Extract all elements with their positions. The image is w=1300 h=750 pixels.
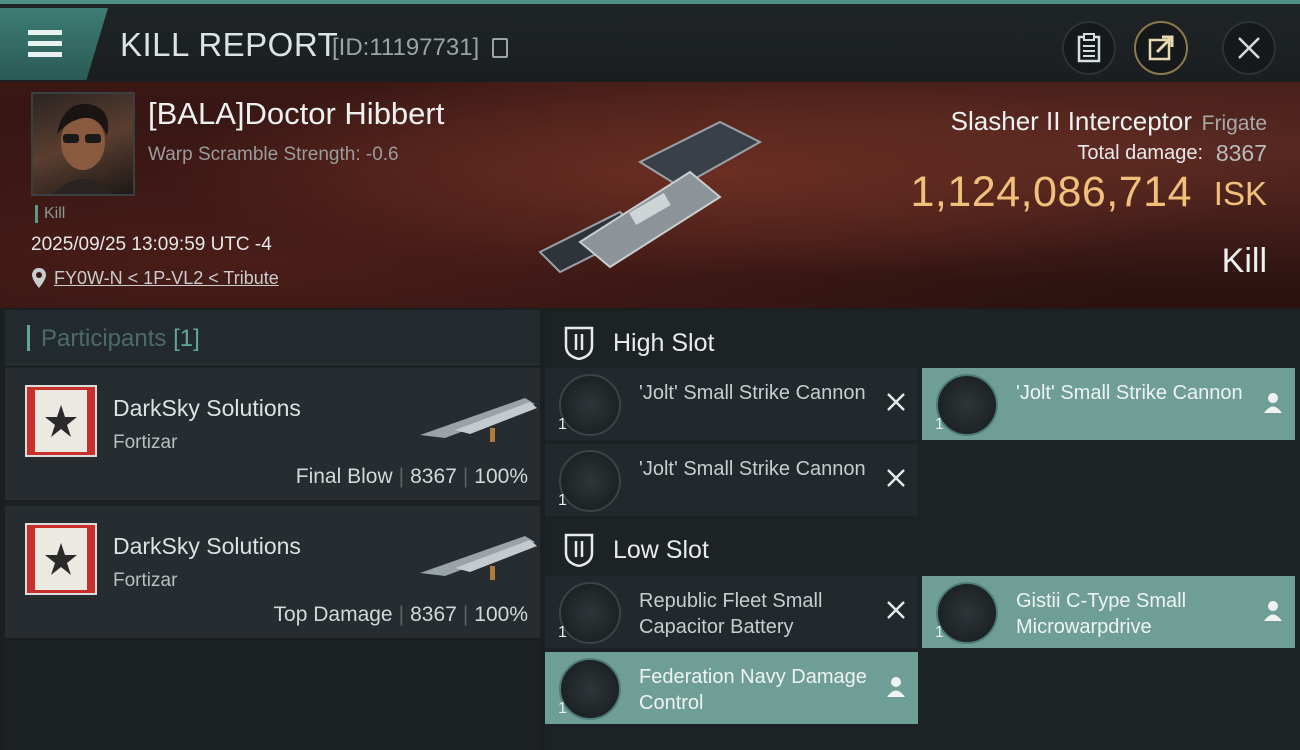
copy-icon[interactable]: [492, 38, 508, 58]
damage-control-icon: [559, 658, 621, 720]
ship-name[interactable]: Slasher II Interceptor: [951, 106, 1192, 137]
participant-damage: 8367: [410, 465, 457, 488]
fitting-panel: High Slot 1 'Jolt' Small Strike Cannon 1…: [545, 310, 1300, 750]
share-icon: [1148, 35, 1174, 61]
isk-value: 1,124,086,714: [910, 168, 1192, 216]
report-id: [ID:11197731]: [332, 34, 480, 61]
module-qty: 1: [558, 416, 567, 433]
kill-result: Kill: [1221, 242, 1267, 280]
hamburger-icon: [28, 30, 62, 63]
x-icon: [887, 601, 905, 619]
module-item[interactable]: 1 Federation Navy Damage Control: [545, 652, 918, 724]
module-name: Gistii C-Type Small Microwarpdrive: [1016, 590, 1187, 638]
x-icon: [887, 469, 905, 487]
high-slot-header: High Slot: [545, 314, 1300, 370]
participants-panel: Participants [1] DarkSky Solutions Forti…: [5, 310, 540, 750]
total-damage-label: Total damage:: [1077, 142, 1203, 164]
corp-emblem-icon: [25, 385, 97, 457]
participant-card[interactable]: DarkSky Solutions Fortizar Final Blow | 83…: [5, 368, 540, 502]
module-name: 'Jolt' Small Strike Cannon: [1016, 382, 1243, 404]
participant-card[interactable]: DarkSky Solutions Fortizar Top Damage | 83…: [5, 506, 540, 640]
cannon-icon: [559, 374, 621, 436]
corp-emblem-icon: [25, 523, 97, 595]
clipboard-button[interactable]: [1062, 21, 1116, 75]
low-slot-label: Low Slot: [613, 536, 709, 564]
participants-tab[interactable]: Participants [1]: [5, 310, 540, 365]
module-item[interactable]: 1 Republic Fleet Small Capacitor Battery: [545, 576, 918, 648]
cannon-icon: [936, 374, 998, 436]
top-bar: KILL REPORT [ID:11197731]: [0, 0, 1300, 82]
close-icon: [1238, 37, 1260, 59]
module-qty: 1: [558, 624, 567, 641]
module-qty: 1: [935, 624, 944, 641]
person-icon: [887, 677, 905, 697]
victim-subtitle: Warp Scramble Strength: -0.6: [148, 144, 399, 165]
share-button[interactable]: [1134, 21, 1188, 75]
tab-indicator: [27, 325, 30, 351]
module-name: Republic Fleet Small Capacitor Battery: [639, 590, 823, 638]
menu-button[interactable]: [0, 8, 108, 80]
clipboard-icon: [1077, 33, 1101, 63]
module-name: 'Jolt' Small Strike Cannon: [639, 382, 866, 404]
module-item[interactable]: 1 'Jolt' Small Strike Cannon: [922, 368, 1295, 440]
high-slot-label: High Slot: [613, 329, 715, 357]
module-qty: 1: [935, 416, 944, 433]
person-icon: [1264, 393, 1282, 413]
participant-role: Top Damage: [273, 603, 393, 626]
module-qty: 1: [558, 492, 567, 509]
participant-percent: 100%: [474, 603, 528, 626]
participant-stats: Top Damage | 8367 | 100%: [273, 603, 528, 626]
kill-tag: Kill: [35, 205, 65, 223]
module-item[interactable]: 1 Gistii C-Type Small Microwarpdrive: [922, 576, 1295, 648]
participants-title: Participants [1]: [41, 325, 200, 353]
x-icon: [887, 393, 905, 411]
participant-ship: Fortizar: [113, 432, 178, 453]
module-name: 'Jolt' Small Strike Cannon: [639, 458, 866, 480]
battery-icon: [559, 582, 621, 644]
ship-image: [538, 120, 763, 274]
participant-damage: 8367: [410, 603, 457, 626]
page-title: KILL REPORT: [120, 26, 339, 63]
slot-icon: [564, 533, 594, 567]
module-item[interactable]: 1 'Jolt' Small Strike Cannon: [545, 444, 918, 516]
cannon-icon: [559, 450, 621, 512]
victim-name[interactable]: [BALA]Doctor Hibbert: [148, 96, 444, 132]
participants-label: Participants: [41, 325, 167, 352]
location-pin-icon: [32, 268, 46, 288]
avatar: [53, 103, 113, 194]
participant-stats: Final Blow | 8367 | 100%: [295, 465, 528, 488]
participant-percent: 100%: [474, 465, 528, 488]
close-button[interactable]: [1222, 21, 1276, 75]
kill-datetime: 2025/09/25 13:09:59 UTC -4: [31, 234, 272, 255]
location-link[interactable]: FY0W-N < 1P-VL2 < Tribute: [54, 268, 279, 289]
victim-portrait[interactable]: [31, 92, 135, 196]
participants-count: [1]: [173, 325, 200, 352]
ship-class: Frigate: [1201, 112, 1267, 135]
microwarpdrive-icon: [936, 582, 998, 644]
participant-ship: Fortizar: [113, 570, 178, 591]
module-qty: 1: [558, 700, 567, 717]
slot-icon: [564, 326, 594, 360]
isk-unit: ISK: [1213, 175, 1267, 212]
participant-name: DarkSky Solutions: [113, 395, 301, 421]
module-name: Federation Navy Damage Control: [639, 666, 867, 714]
person-icon: [1264, 601, 1282, 621]
low-slot-header: Low Slot: [545, 521, 1300, 577]
participant-ship-icon: [420, 398, 537, 442]
total-damage-value: 8367: [1215, 140, 1267, 166]
module-item[interactable]: 1 'Jolt' Small Strike Cannon: [545, 368, 918, 440]
participant-role: Final Blow: [295, 465, 393, 488]
participant-name: DarkSky Solutions: [113, 533, 301, 559]
participant-ship-icon: [420, 536, 537, 580]
